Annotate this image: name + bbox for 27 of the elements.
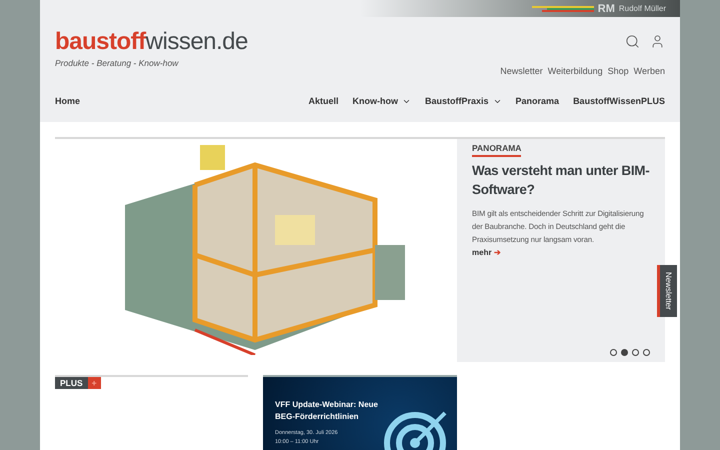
plus-icon: + [88,377,101,389]
service-link[interactable]: Shop [608,66,629,76]
search-icon[interactable] [625,34,640,49]
service-link[interactable]: Weiterbildung [548,66,603,76]
plus-label: PLUS [55,377,88,389]
nav-link[interactable]: BaustoffPraxis [425,96,502,106]
article-category: PANORAMA [472,143,522,157]
slide-dot[interactable] [621,349,628,356]
banner-title: VFF Update-Webinar: Neue BEG-Förderrichtlinien [275,399,379,423]
nav-link[interactable]: Home [55,96,80,106]
newsletter-tab[interactable]: Newsletter [657,265,677,317]
slide-dot[interactable] [610,349,617,356]
tagline: Produkte - Beratung - Know-how [55,58,180,68]
article-title[interactable]: Was versteht man unter BIM-Software? [472,161,650,199]
slide-dot[interactable] [643,349,650,356]
nav-link[interactable]: Know-how [352,96,411,106]
nav-link[interactable]: Aktuell [308,96,338,106]
user-icon[interactable] [650,34,665,49]
publisher-name: Rudolf Müller [618,4,666,13]
nav-link[interactable]: Panorama [516,96,560,106]
nav-link[interactable]: BaustoffWissenPLUS [573,96,665,106]
slide-dot[interactable] [632,349,639,356]
site-logo[interactable]: baustoffwissen.de [55,29,248,55]
service-link[interactable]: Werben [634,66,665,76]
color-stripes-icon [532,6,594,12]
more-link[interactable]: mehr ➔ [472,248,650,257]
service-link[interactable]: Newsletter [500,66,543,76]
